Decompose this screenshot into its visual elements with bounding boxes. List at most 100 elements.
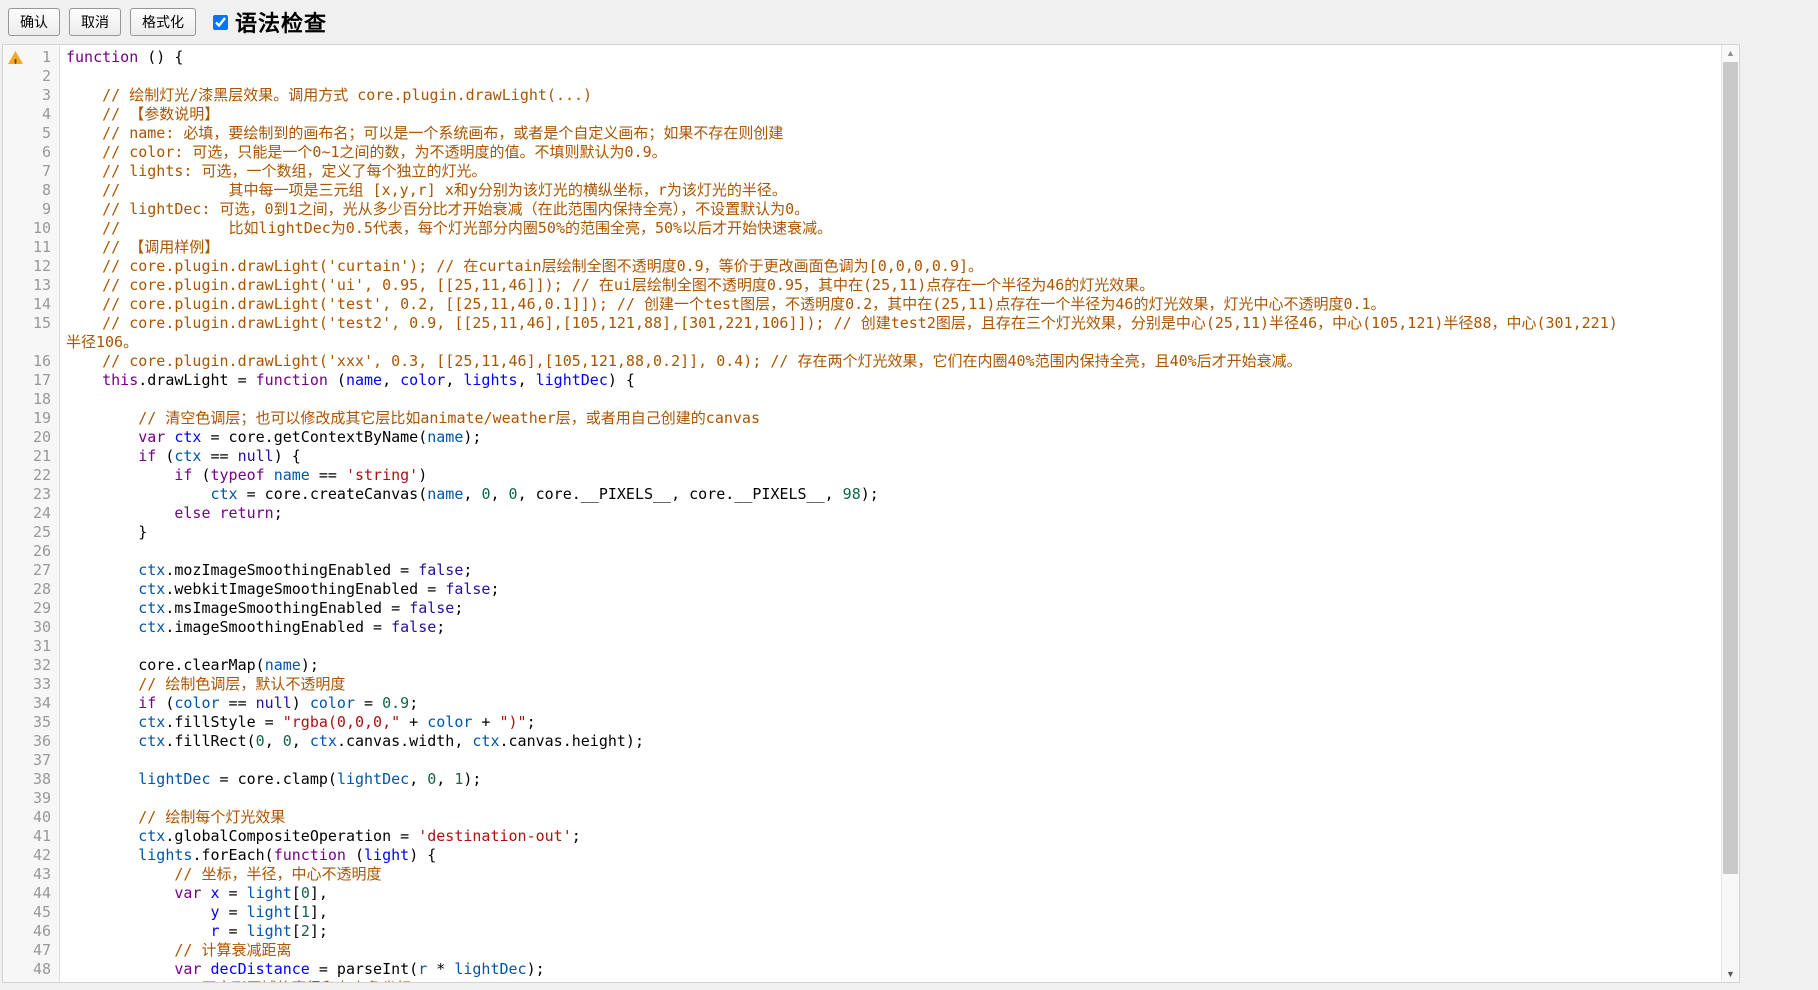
code-text: } [51, 523, 147, 542]
code-text: if (ctx == null) { [51, 447, 301, 466]
code-line[interactable]: 24 else return; [3, 504, 1721, 523]
code-line[interactable]: 19 // 清空色调层；也可以修改成其它层比如animate/weather层，… [3, 409, 1721, 428]
lint-marker-cell [3, 447, 25, 466]
code-line[interactable]: 10 // 比如lightDec为0.5代表，每个灯光部分内圈50%的范围全亮，… [3, 219, 1721, 238]
line-number: 25 [25, 523, 51, 542]
code-line[interactable]: 14 // core.plugin.drawLight('test', 0.2,… [3, 295, 1721, 314]
cancel-button[interactable]: 取消 [69, 8, 121, 36]
code-line[interactable]: 25 } [3, 523, 1721, 542]
code-line[interactable]: 11 // 【调用样例】 [3, 238, 1721, 257]
code-line[interactable]: 2 [3, 67, 1721, 86]
code-line[interactable]: 45 y = light[1], [3, 903, 1721, 922]
code-line[interactable]: 32 core.clearMap(name); [3, 656, 1721, 675]
code-line[interactable]: 22 if (typeof name == 'string') [3, 466, 1721, 485]
code-text [51, 637, 66, 656]
code-line[interactable]: 16 // core.plugin.drawLight('xxx', 0.3, … [3, 352, 1721, 371]
code-line[interactable]: 29 ctx.msImageSmoothingEnabled = false; [3, 599, 1721, 618]
code-text: // 其中每一项是三元组 [x,y,r] x和y分别为该灯光的横纵坐标，r为该灯… [51, 181, 787, 200]
scroll-down-button[interactable]: ▼ [1722, 966, 1739, 982]
lint-marker-cell [3, 656, 25, 675]
code-line[interactable]: 3 // 绘制灯光/漆黑层效果。调用方式 core.plugin.drawLig… [3, 86, 1721, 105]
syntax-check-checkbox[interactable] [213, 15, 228, 30]
line-number: 36 [25, 732, 51, 751]
code-line[interactable]: 23 ctx = core.createCanvas(name, 0, 0, c… [3, 485, 1721, 504]
code-text: core.clearMap(name); [51, 656, 319, 675]
code-text: // 正方形区域的直径和左上角坐标 [51, 979, 411, 983]
code-line[interactable]: 34 if (color == null) color = 0.9; [3, 694, 1721, 713]
scrollbar-thumb[interactable] [1723, 62, 1738, 874]
lint-marker-cell [3, 694, 25, 713]
code-line[interactable]: 30 ctx.imageSmoothingEnabled = false; [3, 618, 1721, 637]
code-text: // 比如lightDec为0.5代表，每个灯光部分内圈50%的范围全亮，50%… [51, 219, 832, 238]
format-button[interactable]: 格式化 [130, 8, 196, 36]
code-line[interactable]: 8 // 其中每一项是三元组 [x,y,r] x和y分别为该灯光的横纵坐标，r为… [3, 181, 1721, 200]
code-line[interactable]: 4 // 【参数说明】 [3, 105, 1721, 124]
lint-marker-cell [3, 352, 25, 371]
code-line[interactable]: 5 // name: 必填，要绘制到的画布名；可以是一个系统画布，或者是个自定义… [3, 124, 1721, 143]
vertical-scrollbar[interactable]: ▲ ▼ [1721, 45, 1739, 982]
code-line[interactable]: 15 // core.plugin.drawLight('test2', 0.9… [3, 314, 1721, 333]
code-line[interactable]: 20 var ctx = core.getContextByName(name)… [3, 428, 1721, 447]
code-line[interactable]: 9 // lightDec: 可选，0到1之间，光从多少百分比才开始衰减（在此范… [3, 200, 1721, 219]
code-text: // core.plugin.drawLight('test2', 0.9, [… [51, 314, 1618, 333]
code-line[interactable]: 48 var decDistance = parseInt(r * lightD… [3, 960, 1721, 979]
code-line[interactable]: 47 // 计算衰减距离 [3, 941, 1721, 960]
code-text: // 坐标，半径，中心不透明度 [51, 865, 381, 884]
line-number: 15 [25, 314, 51, 333]
line-number: 16 [25, 352, 51, 371]
code-line[interactable]: 26 [3, 542, 1721, 561]
line-number: 18 [25, 390, 51, 409]
confirm-button[interactable]: 确认 [8, 8, 60, 36]
code-line[interactable]: 37 [3, 751, 1721, 770]
code-text: // color: 可选，只能是一个0~1之间的数，为不透明度的值。不填则默认为… [51, 143, 667, 162]
scroll-up-button[interactable]: ▲ [1722, 45, 1739, 61]
code-line[interactable]: 28 ctx.webkitImageSmoothingEnabled = fal… [3, 580, 1721, 599]
code-line[interactable]: 31 [3, 637, 1721, 656]
line-number: 13 [25, 276, 51, 295]
code-line[interactable]: 38 lightDec = core.clamp(lightDec, 0, 1)… [3, 770, 1721, 789]
code-line[interactable]: 36 ctx.fillRect(0, 0, ctx.canvas.width, … [3, 732, 1721, 751]
line-number: 14 [25, 295, 51, 314]
lint-marker-cell [3, 618, 25, 637]
code-line[interactable]: 44 var x = light[0], [3, 884, 1721, 903]
code-text: lightDec = core.clamp(lightDec, 0, 1); [51, 770, 481, 789]
code-line[interactable]: 7 // lights: 可选，一个数组，定义了每个独立的灯光。 [3, 162, 1721, 181]
code-text: ctx.mozImageSmoothingEnabled = false; [51, 561, 472, 580]
lint-marker-cell [3, 789, 25, 808]
code-line[interactable]: 35 ctx.fillStyle = "rgba(0,0,0," + color… [3, 713, 1721, 732]
lint-marker-cell [3, 86, 25, 105]
line-number: 5 [25, 124, 51, 143]
syntax-check-control: 语法检查 [213, 6, 327, 38]
lint-marker-cell [3, 105, 25, 124]
code-line[interactable]: 43 // 坐标，半径，中心不透明度 [3, 865, 1721, 884]
code-text [51, 751, 66, 770]
code-line[interactable]: 半径106。 [3, 333, 1721, 352]
code-line[interactable]: 41 ctx.globalCompositeOperation = 'desti… [3, 827, 1721, 846]
code-line[interactable]: 17 this.drawLight = function (name, colo… [3, 371, 1721, 390]
code-text: ctx.imageSmoothingEnabled = false; [51, 618, 445, 637]
line-number: 47 [25, 941, 51, 960]
code-line[interactable]: 42 lights.forEach(function (light) { [3, 846, 1721, 865]
code-line[interactable]: 21 if (ctx == null) { [3, 447, 1721, 466]
line-number: 31 [25, 637, 51, 656]
code-text: // 【参数说明】 [51, 105, 219, 124]
code-line[interactable]: !1function () { [3, 48, 1721, 67]
code-line[interactable]: 13 // core.plugin.drawLight('ui', 0.95, … [3, 276, 1721, 295]
code-line[interactable]: 12 // core.plugin.drawLight('curtain'); … [3, 257, 1721, 276]
code-text: ctx.fillStyle = "rgba(0,0,0," + color + … [51, 713, 536, 732]
code-line[interactable]: 46 r = light[2]; [3, 922, 1721, 941]
line-number: 39 [25, 789, 51, 808]
code-line[interactable]: 27 ctx.mozImageSmoothingEnabled = false; [3, 561, 1721, 580]
code-line[interactable]: 18 [3, 390, 1721, 409]
line-number: 23 [25, 485, 51, 504]
code-line[interactable]: 6 // color: 可选，只能是一个0~1之间的数，为不透明度的值。不填则默… [3, 143, 1721, 162]
code-text: // name: 必填，要绘制到的画布名；可以是一个系统画布，或者是个自定义画布… [51, 124, 783, 143]
code-line[interactable]: 40 // 绘制每个灯光效果 [3, 808, 1721, 827]
code-line[interactable]: 33 // 绘制色调层，默认不透明度 [3, 675, 1721, 694]
line-number: 19 [25, 409, 51, 428]
code-line[interactable]: 39 [3, 789, 1721, 808]
line-number: 37 [25, 751, 51, 770]
code-line[interactable]: 49 // 正方形区域的直径和左上角坐标 [3, 979, 1721, 983]
code-editor[interactable]: !1function () {23 // 绘制灯光/漆黑层效果。调用方式 cor… [2, 44, 1740, 983]
line-number: 43 [25, 865, 51, 884]
